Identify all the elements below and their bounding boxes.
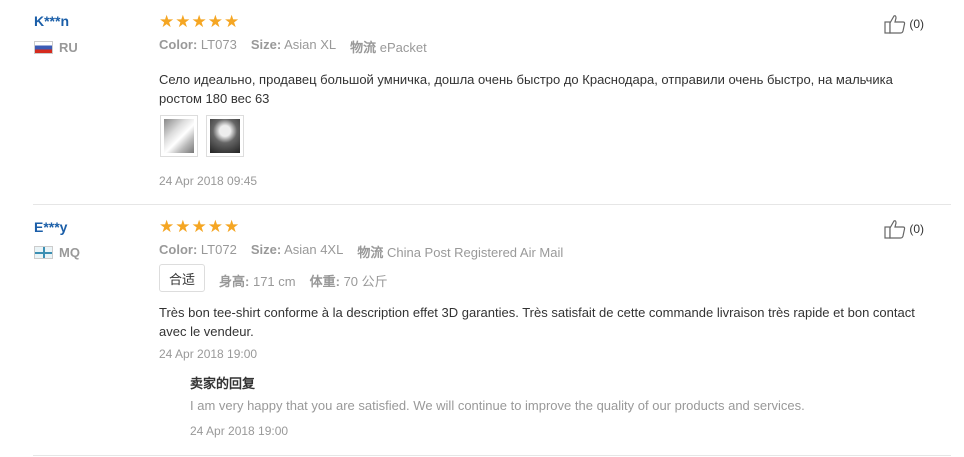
helpful-button[interactable]: (0) — [884, 14, 924, 34]
seller-reply-date: 24 Apr 2018 19:00 — [190, 424, 289, 438]
logistics-label: 物流 — [357, 245, 384, 260]
star-icon: ★ — [159, 12, 175, 31]
size-label: Size: — [250, 37, 282, 52]
logistics-attr: 物流 ePacket — [350, 37, 427, 56]
color-attr: Color: LT073 — [159, 37, 237, 56]
star-rating: ★ ★ ★ ★ ★ — [159, 218, 239, 235]
weight-label: 体重: — [309, 274, 340, 289]
size-value: Asian XL — [284, 37, 337, 52]
review-text: Село идеально, продавец большой умничка,… — [159, 72, 893, 106]
review-item: K***n RU ★ ★ ★ ★ ★ Color: LT073 Size: As… — [0, 0, 964, 204]
star-icon: ★ — [207, 12, 223, 31]
star-icon: ★ — [159, 217, 175, 236]
reviewer-name[interactable]: K***n — [34, 13, 69, 29]
star-icon: ★ — [207, 217, 223, 236]
body-measurements: 身高: 171 cm 体重: 70 公斤 — [219, 271, 388, 290]
review-photo-thumbnail[interactable] — [160, 115, 198, 157]
reviewer-country: MQ — [34, 245, 80, 260]
country-code: MQ — [59, 245, 80, 260]
color-label: Color: — [159, 242, 198, 257]
logistics-value: ePacket — [379, 40, 427, 55]
height-info: 身高: 171 cm — [219, 271, 296, 290]
logistics-label: 物流 — [350, 40, 377, 55]
color-label: Color: — [159, 37, 198, 52]
seller-reply-title: 卖家的回复 — [190, 376, 256, 391]
weight-info: 体重: 70 公斤 — [310, 271, 388, 290]
country-code: RU — [59, 40, 78, 55]
star-icon: ★ — [191, 217, 207, 236]
order-attributes: Color: LT073 Size: Asian XL 物流 ePacket — [159, 37, 427, 56]
fit-tag: 合适 — [159, 264, 205, 292]
size-label: Size: — [250, 242, 282, 257]
reviewer-country: RU — [34, 40, 78, 55]
star-icon: ★ — [224, 217, 240, 236]
star-icon: ★ — [224, 12, 240, 31]
star-icon: ★ — [191, 12, 207, 31]
thumbs-up-icon — [884, 220, 906, 239]
weight-value: 70 公斤 — [343, 274, 388, 289]
helpful-count: (0) — [909, 17, 924, 31]
star-rating: ★ ★ ★ ★ ★ — [159, 13, 239, 30]
review-text: Très bon tee-shirt conforme à la descrip… — [159, 305, 915, 339]
review-photo-thumbnail[interactable] — [206, 115, 244, 157]
russia-flag-icon — [34, 41, 53, 54]
star-icon: ★ — [175, 12, 191, 31]
color-attr: Color: LT072 — [159, 242, 237, 261]
helpful-button[interactable]: (0) — [884, 219, 924, 239]
martinique-flag-icon — [34, 246, 53, 259]
star-icon: ★ — [175, 217, 191, 236]
photo-image — [164, 119, 194, 153]
logistics-value: China Post Registered Air Mail — [386, 245, 564, 260]
logistics-attr: 物流 China Post Registered Air Mail — [357, 242, 563, 261]
color-value: LT072 — [200, 242, 237, 257]
helpful-count: (0) — [909, 222, 924, 236]
color-value: LT073 — [200, 37, 237, 52]
seller-reply-text: I am very happy that you are satisfied. … — [190, 398, 805, 413]
size-attr: Size: Asian 4XL — [251, 242, 344, 261]
size-value: Asian 4XL — [284, 242, 344, 257]
size-attr: Size: Asian XL — [251, 37, 336, 56]
divider — [33, 455, 951, 456]
review-date: 24 Apr 2018 09:45 — [159, 174, 258, 188]
review-date: 24 Apr 2018 19:00 — [159, 347, 258, 361]
photo-image — [210, 119, 240, 153]
height-value: 171 cm — [252, 274, 296, 289]
order-attributes: Color: LT072 Size: Asian 4XL 物流 China Po… — [159, 242, 563, 261]
thumbs-up-icon — [884, 15, 906, 34]
reviewer-name[interactable]: E***y — [34, 219, 67, 235]
height-label: 身高: — [219, 274, 250, 289]
